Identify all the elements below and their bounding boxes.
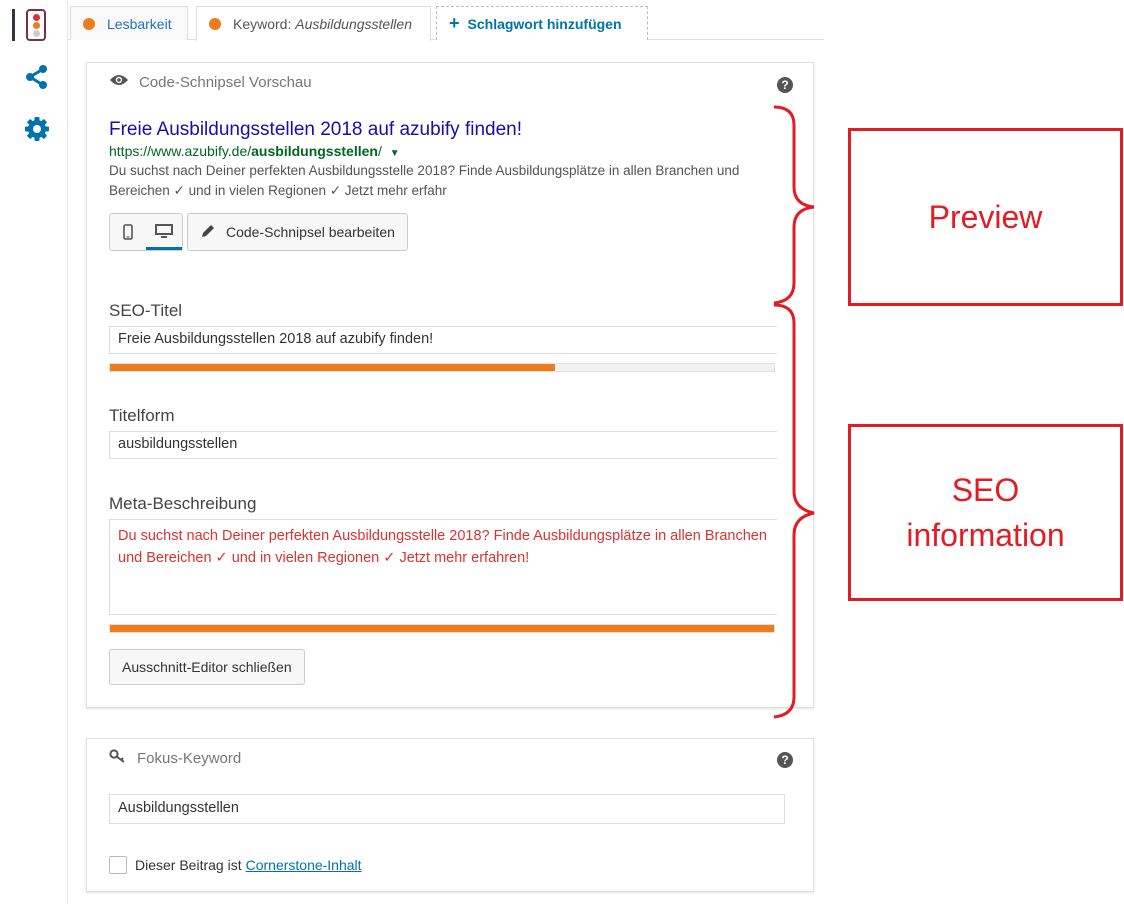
seo-title-input[interactable]: Freie Ausbildungsstellen 2018 auf azubif… [109,326,777,354]
status-dot-icon [83,17,95,30]
desktop-preview-button[interactable] [146,214,182,250]
seo-title-progress-fill [110,364,555,371]
plus-icon: + [449,13,460,33]
traffic-light-red [33,14,40,21]
focus-keyword-input[interactable]: Ausbildungsstellen [109,794,785,824]
annotation-line: SEO [951,471,1020,508]
help-icon[interactable]: ? [777,77,793,93]
traffic-light-grey [33,30,40,37]
tab-label-keyword: Ausbildungsstellen [295,16,412,32]
slug-label: Titelform [109,406,175,425]
cornerstone-row: Dieser Beitrag ist Cornerstone-Inhalt [109,856,362,874]
seo-information-annotation: SEO information [848,424,1123,601]
status-dot-icon [209,18,221,30]
traffic-light-icon[interactable] [26,9,46,41]
cornerstone-text: Dieser Beitrag ist [135,857,242,873]
panel-title: Fokus-Keyword [137,749,242,767]
preview-annotation: Preview [848,128,1123,306]
mobile-icon [123,224,133,240]
mobile-preview-button[interactable] [110,214,146,250]
tab-label-prefix: Keyword: [233,16,296,32]
annotation-brackets [773,105,815,719]
meta-description-input[interactable]: Du suchst nach Deiner perfekten Ausbildu… [109,519,777,615]
url-base: https://www.azubify.de/ [109,143,252,159]
traffic-light-orange [33,22,40,29]
panel-title: Code-Schnipsel Vorschau [139,73,312,91]
cornerstone-checkbox[interactable] [109,856,127,874]
meta-description-progress [109,624,775,633]
snippet-url: https://www.azubify.de/ausbildungsstelle… [109,143,400,159]
desktop-icon [155,223,173,238]
url-dropdown-icon: ▼ [389,148,400,159]
gear-icon[interactable] [24,116,50,142]
snippet-preview-panel: Code-Schnipsel Vorschau ? Freie Ausbildu… [86,62,814,708]
tab-keyword[interactable]: Keyword: Ausbildungsstellen [196,6,431,41]
url-slug: ausbildungsstellen [251,143,378,159]
device-toggle [109,213,183,251]
edit-snippet-button[interactable]: Code-Schnipsel bearbeiten [187,213,408,251]
panel-header: Fokus-Keyword [109,749,241,767]
close-editor-button[interactable]: Ausschnitt-Editor schließen [109,649,305,685]
focus-keyword-panel: Fokus-Keyword ? Ausbildungsstellen Diese… [86,738,814,892]
add-keyword-tab[interactable]: + Schlagwort hinzufügen [436,6,648,40]
tab-label: Lesbarkeit [107,15,172,32]
snippet-description: Du suchst nach Deiner perfekten Ausbildu… [109,163,740,198]
sidebar [0,0,68,904]
help-icon[interactable]: ? [777,752,793,768]
slug-input[interactable]: ausbildungsstellen [109,431,777,459]
share-icon[interactable] [24,64,50,90]
sidebar-active-indicator [12,9,15,41]
key-icon [109,749,127,767]
edit-snippet-label: Code-Schnipsel bearbeiten [226,224,395,240]
meta-description-progress-fill [110,625,774,632]
url-suffix: / [377,143,382,159]
annotation-line: information [906,516,1065,553]
cornerstone-link[interactable]: Cornerstone-Inhalt [246,857,362,873]
tab-label: Schlagwort hinzufügen [467,15,622,32]
seo-title-progress [109,363,775,372]
pencil-icon [200,223,216,242]
eye-icon [109,73,129,91]
meta-description-label: Meta-Beschreibung [109,494,257,513]
seo-title-label: SEO-Titel [109,301,183,320]
tab-readability[interactable]: Lesbarkeit [70,6,188,40]
tab-bar: Lesbarkeit Keyword: Ausbildungsstellen +… [68,0,824,41]
panel-header: Code-Schnipsel Vorschau [109,73,312,91]
snippet-title[interactable]: Freie Ausbildungsstellen 2018 auf azubif… [109,119,522,141]
